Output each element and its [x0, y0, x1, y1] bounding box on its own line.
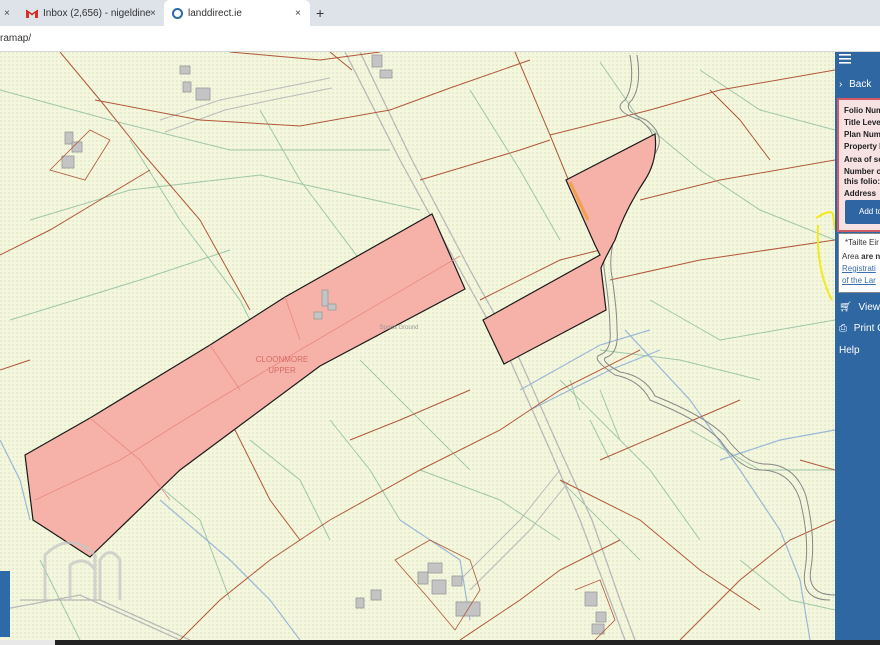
folio-info-panel: Folio Number Title Level Plan Number Pro…	[837, 98, 880, 232]
note-line2: Area are n	[842, 252, 880, 261]
property-no-label: Property No	[844, 142, 880, 151]
tab-label: Inbox (2,656) - nigeldineenauct	[43, 7, 151, 19]
this-folio-label: this folio:	[844, 177, 880, 186]
place-label-line2: UPPER	[268, 366, 296, 375]
landdirect-icon	[172, 7, 183, 19]
close-icon[interactable]: ×	[295, 8, 301, 19]
new-tab-button[interactable]: +	[316, 5, 324, 21]
url-text[interactable]: ramap/	[0, 33, 31, 44]
hamburger-icon[interactable]	[839, 54, 851, 67]
printer-icon: ⎙	[839, 323, 847, 334]
sports-ground-label: Sports Ground	[379, 325, 418, 331]
add-to-cart-button[interactable]: Add to	[845, 200, 880, 224]
area-label: Area of se	[844, 155, 880, 164]
chevron-right-icon: ›	[839, 79, 843, 90]
browser-tab-bar: × Inbox (2,656) - nigeldineenauct × land…	[0, 0, 880, 26]
field-texture	[0, 52, 835, 640]
tab-label: landdirect.ie	[188, 7, 242, 19]
map-svg[interactable]: CLOONMORE UPPER Sports Ground	[0, 52, 835, 640]
tab-partial[interactable]: ×	[0, 0, 20, 26]
map-canvas[interactable]: CLOONMORE UPPER Sports Ground	[0, 52, 835, 640]
plan-number-label: Plan Number	[844, 130, 880, 139]
cart-icon: 🛒︎	[839, 302, 852, 313]
print-button[interactable]: ⎙ Print C	[839, 323, 880, 334]
registration-link[interactable]: Registrati	[842, 264, 876, 273]
left-panel-tab[interactable]	[0, 571, 10, 637]
tab-gmail[interactable]: Inbox (2,656) - nigeldineenauct ×	[20, 0, 164, 26]
help-link[interactable]: Help	[839, 345, 860, 356]
close-icon[interactable]: ×	[4, 8, 10, 19]
address-label: Address	[844, 189, 877, 198]
back-button[interactable]: › Back	[839, 79, 871, 90]
bottom-bar	[0, 640, 880, 645]
place-label-line1: CLOONMORE	[256, 355, 308, 364]
tab-landdirect[interactable]: landdirect.ie ×	[164, 0, 310, 26]
land-link[interactable]: of the Lar	[842, 276, 876, 285]
bottom-bar-segment	[0, 640, 55, 645]
note-line1: *Tailte Eir	[845, 238, 879, 247]
address-bar[interactable]: ramap/	[0, 26, 880, 52]
back-label: Back	[849, 79, 872, 90]
folio-number-label: Folio Number	[844, 106, 880, 115]
view-button[interactable]: 🛒︎ View E	[839, 302, 880, 313]
disclaimer-note: *Tailte Eir Area are n Registrati of the…	[838, 233, 880, 293]
gmail-icon	[25, 9, 39, 18]
number-of-label: Number o	[844, 167, 880, 176]
title-level-label: Title Level	[844, 118, 880, 127]
close-icon[interactable]: ×	[150, 8, 156, 19]
